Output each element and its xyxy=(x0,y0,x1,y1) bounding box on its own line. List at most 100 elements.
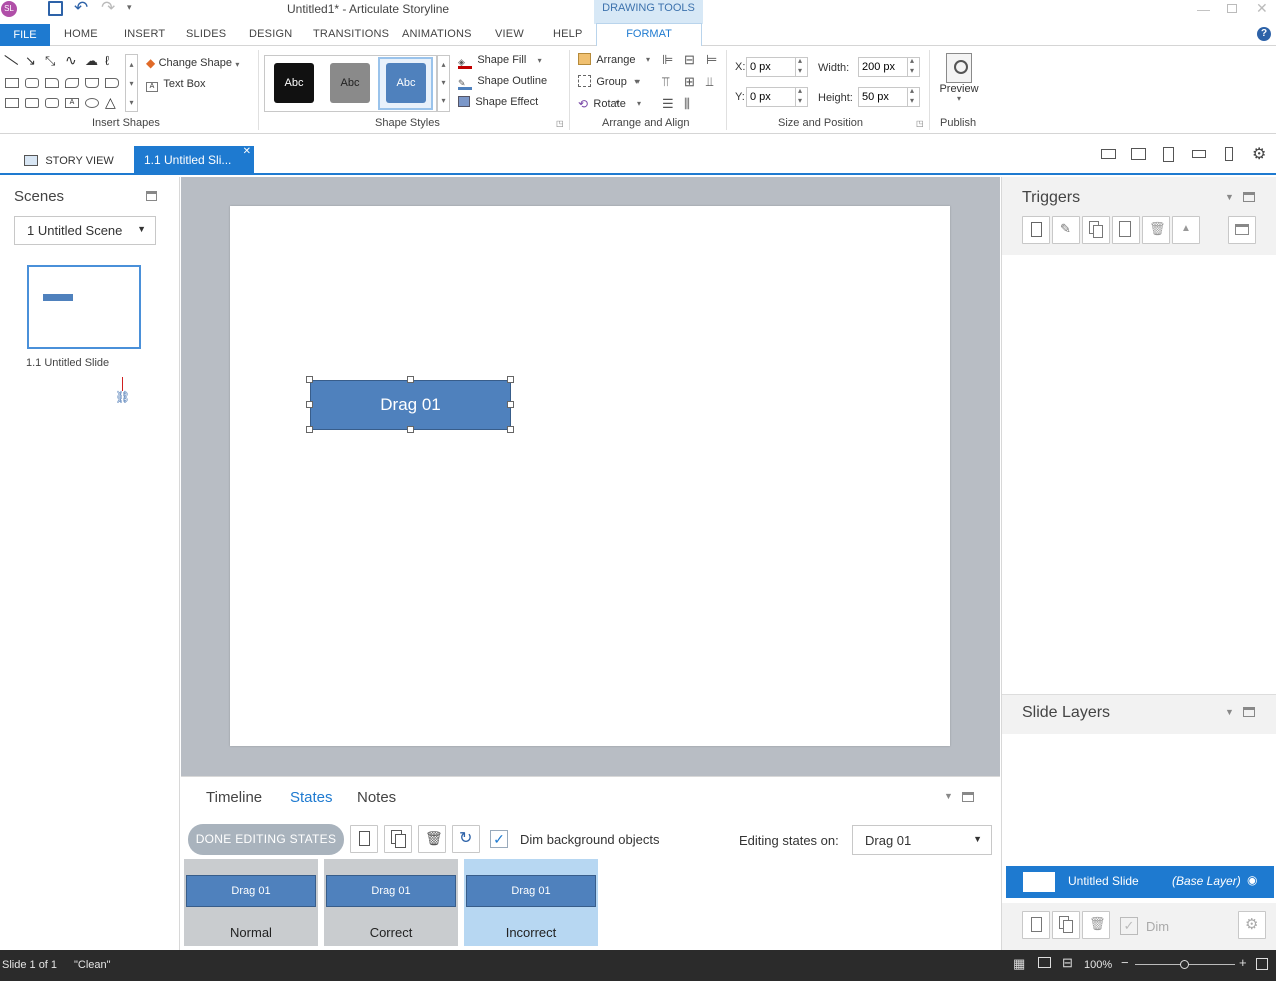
redo-icon[interactable]: ↷ xyxy=(101,0,115,18)
save-icon[interactable] xyxy=(48,1,63,16)
file-tab[interactable]: FILE xyxy=(0,24,50,46)
resize-handle-ne[interactable] xyxy=(507,376,514,383)
base-layer-row[interactable]: Untitled Slide (Base Layer) ◉ xyxy=(1006,866,1274,898)
preview-button[interactable]: Preview ▾ xyxy=(936,51,982,113)
styles-scroll[interactable]: ▴ ▾ ▾ xyxy=(437,55,450,112)
align-middle-icon[interactable]: ⊞ xyxy=(684,74,695,90)
resize-handle-sw[interactable] xyxy=(306,426,313,433)
style-swatch-blue-selected[interactable]: Abc xyxy=(378,57,433,110)
resize-handle-w[interactable] xyxy=(306,401,313,408)
distribute-vertical-icon[interactable]: ☰ xyxy=(662,96,674,112)
scribble-icon[interactable]: ℓ xyxy=(105,53,109,68)
paste-trigger-button[interactable] xyxy=(1112,216,1140,244)
settings-gear-icon[interactable]: ⚙ xyxy=(1252,144,1266,164)
dim-checkbox[interactable]: ✓ xyxy=(490,830,508,848)
tab-notes[interactable]: Notes xyxy=(357,789,396,806)
arrow-icon[interactable]: ↘ xyxy=(25,53,36,69)
width-input[interactable] xyxy=(858,57,908,77)
link-icon[interactable]: ⛓ xyxy=(115,390,130,404)
desktop-view-icon[interactable] xyxy=(1101,149,1116,159)
normal-view-icon[interactable] xyxy=(1038,957,1051,968)
minimize-button[interactable]: — xyxy=(1197,2,1210,17)
resize-handle-e[interactable] xyxy=(507,401,514,408)
restore-button[interactable] xyxy=(1227,4,1237,13)
group-dropdown-icon[interactable]: ▾ xyxy=(636,77,640,86)
phone-portrait-icon[interactable] xyxy=(1225,147,1233,161)
align-left-icon[interactable]: ⊫ xyxy=(662,52,673,68)
x-spinner[interactable] xyxy=(795,56,808,77)
shapes-gallery[interactable]: ↘ ⤡ ∿ ☁ ℓ A △ xyxy=(0,52,125,111)
align-top-icon[interactable]: ⫪ xyxy=(662,74,669,90)
move-up-button[interactable]: ▲ xyxy=(1172,216,1200,244)
tab-timeline[interactable]: Timeline xyxy=(206,789,262,806)
state-normal[interactable]: Drag 01 Normal xyxy=(184,859,318,946)
reset-state-button[interactable]: ↻ xyxy=(452,825,480,853)
arrange-button[interactable]: Arrange xyxy=(578,53,635,68)
delete-state-button[interactable]: 🗑 xyxy=(418,825,446,853)
customize-quick-access-icon[interactable]: ▾ xyxy=(127,2,132,13)
line-icon[interactable] xyxy=(0,55,19,75)
style-swatch-dark[interactable]: Abc xyxy=(274,63,314,103)
oval-icon[interactable] xyxy=(85,98,99,108)
arrange-dropdown-icon[interactable]: ▾ xyxy=(646,55,650,64)
rect-2-icon[interactable] xyxy=(5,98,19,108)
tab-slides[interactable]: SLIDES xyxy=(186,28,226,40)
state-correct[interactable]: Drag 01 Correct xyxy=(324,859,458,946)
rect-3-icon[interactable] xyxy=(25,98,39,108)
align-center-icon[interactable]: ⊟ xyxy=(684,52,695,68)
tab-animations[interactable]: ANIMATIONS xyxy=(402,28,472,40)
layers-collapse-icon[interactable]: ▼ xyxy=(1225,707,1234,717)
layers-float-icon[interactable] xyxy=(1243,707,1255,717)
round-single-icon[interactable] xyxy=(105,78,119,88)
rectangle-icon[interactable] xyxy=(5,78,19,88)
size-dialog-launcher-icon[interactable]: ◳ xyxy=(916,119,924,128)
freeform-icon[interactable]: ☁ xyxy=(85,53,98,69)
layer-settings-button[interactable]: ⚙ xyxy=(1238,911,1266,939)
y-input[interactable] xyxy=(746,87,796,107)
triggers-float-icon[interactable] xyxy=(1243,192,1255,202)
snip-rectangle-icon[interactable] xyxy=(45,78,59,88)
width-spinner[interactable] xyxy=(907,56,920,77)
resize-handle-n[interactable] xyxy=(407,376,414,383)
change-shape-button[interactable]: ◆ Change Shape ▾ xyxy=(146,56,239,70)
height-spinner[interactable] xyxy=(907,86,920,107)
edit-trigger-button[interactable]: ✎ xyxy=(1052,216,1080,244)
scene-dropdown[interactable]: 1 Untitled Scene ▼ xyxy=(14,216,156,245)
rotate-button[interactable]: ⟲ Rotate xyxy=(578,97,626,111)
close-tab-icon[interactable]: ✕ xyxy=(243,146,251,157)
delete-layer-button[interactable]: 🗑 xyxy=(1082,911,1110,939)
panel-collapse-icon[interactable]: ▼ xyxy=(944,791,953,801)
zoom-out-button[interactable]: − xyxy=(1121,955,1129,970)
eye-icon[interactable]: ◉ xyxy=(1247,873,1257,887)
dim-layer-checkbox[interactable]: ✓ xyxy=(1120,917,1138,935)
double-arrow-icon[interactable]: ⤡ xyxy=(45,53,55,69)
new-state-button[interactable] xyxy=(350,825,378,853)
curve-icon[interactable]: ∿ xyxy=(65,52,77,69)
group-button[interactable]: Group xyxy=(578,75,627,90)
trigger-panel-settings-button[interactable] xyxy=(1228,216,1256,244)
slide-tab[interactable]: 1.1 Untitled Sli... ✕ xyxy=(134,146,254,175)
rounded-rectangle-icon[interactable] xyxy=(25,78,39,88)
new-trigger-button[interactable] xyxy=(1022,216,1050,244)
undo-icon[interactable]: ↶ xyxy=(74,0,88,18)
resize-handle-s[interactable] xyxy=(407,426,414,433)
new-layer-button[interactable] xyxy=(1022,911,1050,939)
fit-window-icon[interactable] xyxy=(1256,958,1268,970)
tab-view[interactable]: VIEW xyxy=(495,28,524,40)
help-icon[interactable]: ? xyxy=(1257,27,1271,41)
tab-help[interactable]: HELP xyxy=(553,28,583,40)
shape-outline-button[interactable]: ✎ Shape Outline ▾ xyxy=(458,75,638,90)
rect-4-icon[interactable] xyxy=(45,98,59,108)
text-box-button[interactable]: A Text Box xyxy=(146,77,206,92)
editing-states-dropdown[interactable]: Drag 01 ▼ xyxy=(852,825,992,855)
y-spinner[interactable] xyxy=(795,86,808,107)
resize-handle-se[interactable] xyxy=(507,426,514,433)
style-swatch-gray[interactable]: Abc xyxy=(330,63,370,103)
align-bottom-icon[interactable]: ⫫ xyxy=(706,74,713,90)
rotate-dropdown-icon[interactable]: ▾ xyxy=(637,99,641,108)
duplicate-state-button[interactable] xyxy=(384,825,412,853)
shape-fill-button[interactable]: ◈ Shape Fill ▾ xyxy=(458,54,542,69)
zoom-in-button[interactable]: + xyxy=(1239,955,1247,970)
slide-stage[interactable]: Drag 01 xyxy=(230,206,950,746)
snip-corner-icon[interactable] xyxy=(65,78,79,88)
